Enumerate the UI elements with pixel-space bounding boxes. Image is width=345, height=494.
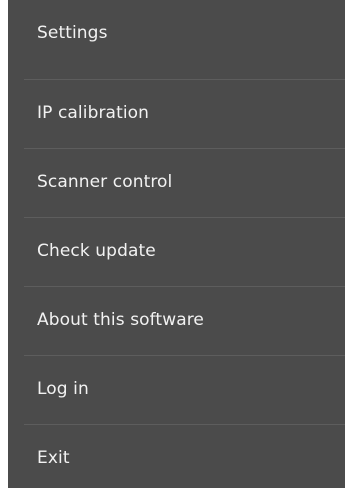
menu-item-label: Settings	[37, 23, 108, 43]
menu-item-label: IP calibration	[37, 103, 150, 123]
menu-item-label: Scanner control	[37, 172, 173, 192]
menu-item-exit[interactable]: Exit	[8, 425, 345, 494]
menu-item-about[interactable]: About this software	[8, 287, 345, 356]
menu-item-scanner-control[interactable]: Scanner control	[8, 149, 345, 218]
menu-item-label: Check update	[37, 241, 156, 261]
menu-item-label: Log in	[37, 379, 89, 399]
menu-item-check-update[interactable]: Check update	[8, 218, 345, 287]
menu-item-log-in[interactable]: Log in	[8, 356, 345, 425]
menu-item-label: Exit	[37, 448, 70, 468]
menu-item-settings[interactable]: Settings	[8, 0, 345, 80]
menu-item-label: About this software	[37, 310, 204, 330]
context-menu: Settings IP calibration Scanner control …	[8, 0, 345, 488]
menu-item-ip-calibration[interactable]: IP calibration	[8, 80, 345, 149]
